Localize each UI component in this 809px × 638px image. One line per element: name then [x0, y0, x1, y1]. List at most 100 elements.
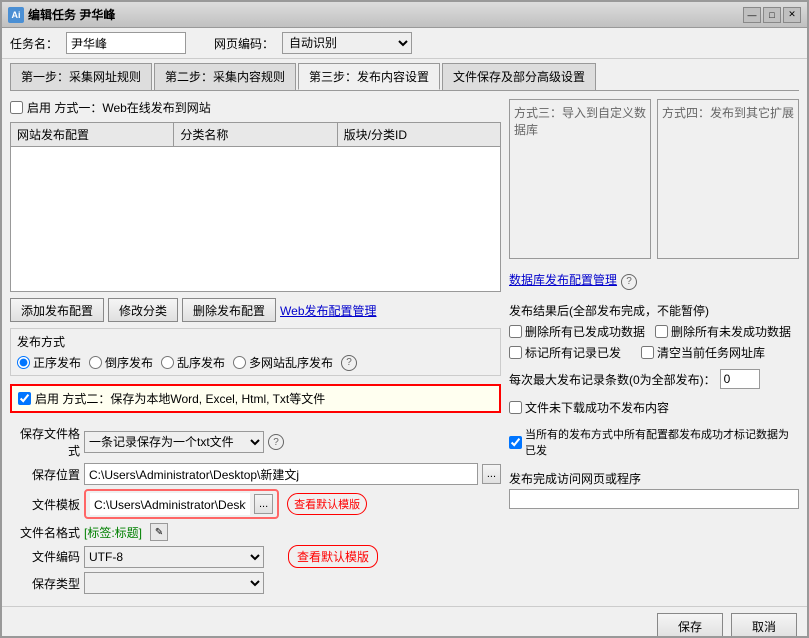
no-download-text: 文件未下载成功不发布内容 — [525, 399, 669, 416]
modify-category-button[interactable]: 修改分类 — [108, 298, 178, 322]
option-delete-fail[interactable]: 删除所有未发成功数据 — [655, 323, 791, 340]
delete-config-button[interactable]: 删除发布配置 — [182, 298, 276, 322]
left-panel: 启用 方式一：Web在线发布到网站 网站发布配置 分类名称 版块/分类ID 添加… — [10, 99, 501, 598]
tab-step2[interactable]: 第二步：采集内容规则 — [154, 63, 296, 90]
method1-checkbox-label[interactable]: 启用 方式一：Web在线发布到网站 — [10, 99, 211, 116]
table-header: 网站发布配置 分类名称 版块/分类ID — [11, 123, 500, 147]
maximize-button[interactable]: □ — [763, 7, 781, 23]
task-name-input[interactable] — [66, 32, 186, 54]
toolbar: 任务名： 网页编码： 自动识别 UTF-8 GBK — [2, 28, 807, 59]
method2-checkbox[interactable] — [18, 392, 31, 405]
task-label: 任务名： — [10, 35, 58, 52]
method4-section: 方式四：发布到其它扩展 — [657, 99, 799, 259]
method3-label: 方式三：导入到自定义数据库 — [514, 104, 646, 138]
file-template-browse-button[interactable]: ... — [254, 494, 273, 514]
titlebar-left: Ai 编辑任务 尹华峰 — [8, 6, 115, 23]
mark-success-text: 当所有的发布方式中所有配置都发布成功才标记数据为已发 — [525, 426, 799, 458]
save-path-row: 保存位置 ... — [10, 463, 501, 485]
method2-checkbox-label[interactable]: 启用 方式二：保存为本地Word, Excel, Html, Txt等文件 — [18, 390, 493, 407]
file-template-input[interactable] — [90, 493, 250, 515]
radio-random[interactable]: 乱序发布 — [161, 354, 225, 371]
tabs-container: 第一步：采集网址规则 第二步：采集内容规则 第三步：发布内容设置 文件保存及部分… — [2, 59, 807, 91]
save-format-select[interactable]: 一条记录保存为一个txt文件 所有记录保存为一个文件 — [84, 431, 264, 453]
no-download-label[interactable]: 文件未下载成功不发布内容 — [509, 399, 799, 416]
table-button-row: 添加发布配置 修改分类 删除发布配置 Web发布配置管理 — [10, 298, 501, 322]
option-delete-success[interactable]: 删除所有已发成功数据 — [509, 323, 645, 340]
main-window: Ai 编辑任务 尹华峰 — □ ✕ 任务名： 网页编码： 自动识别 UTF-8 … — [0, 0, 809, 638]
tab-step3[interactable]: 第三步：发布内容设置 — [298, 63, 440, 90]
table-header-col2: 分类名称 — [174, 123, 337, 146]
bottom-bar: 保存 取消 — [2, 606, 807, 638]
save-format-row: 保存文件格式 一条记录保存为一个txt文件 所有记录保存为一个文件 ? — [10, 425, 501, 459]
right-panel: 方式三：导入到自定义数据库 方式四：发布到其它扩展 数据库发布配置管理 ? 发布… — [509, 99, 799, 598]
file-template-highlight: ... — [84, 489, 279, 519]
publish-method-section: 发布方式 正序发布 倒序发布 乱序发布 — [10, 328, 501, 376]
option-mark-all[interactable]: 标记所有记录已发 — [509, 344, 621, 361]
file-encoding-row: 文件编码 UTF-8 GBK GB2312 查看默认模版 — [10, 545, 501, 568]
save-path-browse-button[interactable]: ... — [482, 464, 501, 484]
encoding-select[interactable]: 自动识别 UTF-8 GBK — [282, 32, 412, 54]
save-format-label: 保存文件格式 — [10, 425, 80, 459]
publish-after-section: 发布结果后(全部发布完成，不能暂停) 删除所有已发成功数据 删除所有未发成功数据 — [509, 302, 799, 361]
view-template-button[interactable]: 查看默认模版 — [287, 493, 367, 515]
file-encoding-select[interactable]: UTF-8 GBK GB2312 — [84, 546, 264, 568]
radio-normal[interactable]: 正序发布 — [17, 354, 81, 371]
save-format-help-icon[interactable]: ? — [268, 434, 284, 450]
close-button[interactable]: ✕ — [783, 7, 801, 23]
titlebar-controls: — □ ✕ — [743, 7, 801, 23]
file-name-edit-icon[interactable]: ✎ — [150, 523, 168, 541]
publish-method-radios: 正序发布 倒序发布 乱序发布 多网站乱序发布 ? — [17, 354, 494, 371]
save-button[interactable]: 保存 — [657, 613, 723, 638]
db-row: 数据库发布配置管理 ? — [509, 271, 799, 292]
complete-url-label: 发布完成访问网页或程序 — [509, 470, 799, 487]
cancel-button[interactable]: 取消 — [731, 613, 797, 638]
max-publish-input[interactable] — [720, 369, 760, 389]
view-template-text: 查看默认模版 — [288, 545, 378, 568]
option-row-1: 删除所有已发成功数据 删除所有未发成功数据 — [509, 323, 799, 340]
no-download-row: 文件未下载成功不发布内容 — [509, 399, 799, 416]
method2-form: 保存文件格式 一条记录保存为一个txt文件 所有记录保存为一个文件 ? 保存位置… — [10, 421, 501, 598]
add-config-button[interactable]: 添加发布配置 — [10, 298, 104, 322]
max-publish-row: 每次最大发布记录条数(0为全部发布)： — [509, 369, 799, 389]
main-content: 启用 方式一：Web在线发布到网站 网站发布配置 分类名称 版块/分类ID 添加… — [2, 91, 807, 606]
tab-step1[interactable]: 第一步：采集网址规则 — [10, 63, 152, 90]
db-help-icon[interactable]: ? — [621, 274, 637, 290]
right-top: 方式三：导入到自定义数据库 方式四：发布到其它扩展 — [509, 99, 799, 259]
table-body — [11, 147, 500, 287]
complete-url-input[interactable] — [509, 489, 799, 509]
radio-reverse[interactable]: 倒序发布 — [89, 354, 153, 371]
file-name-label: 文件名格式 — [10, 524, 80, 541]
save-type-row: 保存类型 — [10, 572, 501, 594]
method2-section: 启用 方式二：保存为本地Word, Excel, Html, Txt等文件 — [10, 384, 501, 413]
option-clear-url[interactable]: 清空当前任务网址库 — [641, 344, 765, 361]
save-type-label: 保存类型 — [10, 575, 80, 592]
help-icon[interactable]: ? — [341, 355, 357, 371]
method1-label: 启用 方式一：Web在线发布到网站 — [27, 99, 211, 116]
publish-method-label: 发布方式 — [17, 333, 494, 350]
method1-checkbox[interactable] — [10, 101, 23, 114]
method1-row: 启用 方式一：Web在线发布到网站 — [10, 99, 501, 116]
complete-url-section: 发布完成访问网页或程序 — [509, 470, 799, 509]
publish-after-label: 发布结果后(全部发布完成，不能暂停) — [509, 302, 799, 319]
max-publish-label: 每次最大发布记录条数(0为全部发布)： — [509, 371, 716, 388]
table-header-col3: 版块/分类ID — [338, 123, 500, 146]
db-link[interactable]: 数据库发布配置管理 — [509, 271, 617, 288]
file-template-label: 文件模板 — [10, 496, 80, 513]
tab-step4[interactable]: 文件保存及部分高级设置 — [442, 63, 596, 90]
minimize-button[interactable]: — — [743, 7, 761, 23]
titlebar: Ai 编辑任务 尹华峰 — □ ✕ — [2, 2, 807, 28]
method4-label: 方式四：发布到其它扩展 — [662, 104, 794, 121]
encoding-label: 网页编码： — [214, 35, 274, 52]
tab-row: 第一步：采集网址规则 第二步：采集内容规则 第三步：发布内容设置 文件保存及部分… — [10, 63, 799, 90]
method2-label: 启用 方式二：保存为本地Word, Excel, Html, Txt等文件 — [35, 390, 325, 407]
option-row-2: 标记所有记录已发 清空当前任务网址库 — [509, 344, 799, 361]
save-path-input[interactable] — [84, 463, 478, 485]
web-config-link[interactable]: Web发布配置管理 — [280, 302, 376, 319]
radio-multi-random[interactable]: 多网站乱序发布 — [233, 354, 333, 371]
mark-success-row: 当所有的发布方式中所有配置都发布成功才标记数据为已发 — [509, 426, 799, 458]
table-header-col1: 网站发布配置 — [11, 123, 174, 146]
app-icon: Ai — [8, 7, 24, 23]
mark-success-label[interactable]: 当所有的发布方式中所有配置都发布成功才标记数据为已发 — [509, 426, 799, 458]
save-type-select[interactable] — [84, 572, 264, 594]
file-encoding-label: 文件编码 — [10, 548, 80, 565]
